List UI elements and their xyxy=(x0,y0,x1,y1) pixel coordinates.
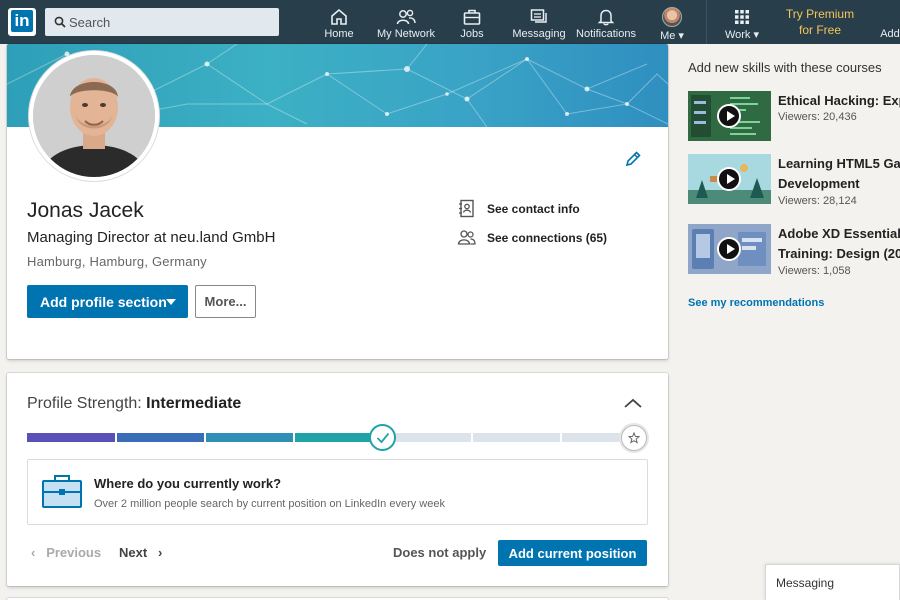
profile-location: Hamburg, Hamburg, Germany xyxy=(27,254,207,269)
course-viewers: Viewers: 20,436 xyxy=(778,111,857,123)
course-thumbnail xyxy=(688,154,771,204)
nav-messaging[interactable]: Messaging xyxy=(511,0,567,44)
current-position-prompt: Where do you currently work? Over 2 mill… xyxy=(27,459,648,525)
person-portrait xyxy=(33,55,155,177)
does-not-apply-button[interactable]: Does not apply xyxy=(393,545,486,560)
search-icon xyxy=(54,16,66,28)
nav-me[interactable]: Me ▾ xyxy=(656,0,688,44)
messaging-tab[interactable]: Messaging xyxy=(765,564,900,600)
next-label: Next xyxy=(119,545,148,560)
course-title: Adobe XD Essential Training: Design (201 xyxy=(778,226,900,261)
meter-segment-2 xyxy=(117,433,204,442)
previous-button[interactable]: ‹ Previous xyxy=(31,545,101,560)
meter-segment-5 xyxy=(384,433,471,442)
profile-name: Jonas Jacek xyxy=(27,199,144,222)
final-step-star xyxy=(621,425,647,451)
connections-icon xyxy=(457,230,476,245)
course-thumbnail xyxy=(688,91,771,141)
add-profile-section-label: Add profile section xyxy=(40,293,167,310)
profile-strength-title: Profile Strength: Intermediate xyxy=(27,395,241,413)
course-viewers: Viewers: 1,058 xyxy=(778,265,851,277)
chevron-right-icon: › xyxy=(158,545,163,560)
chevron-up-icon[interactable] xyxy=(624,397,642,409)
nav-home[interactable]: Home xyxy=(321,0,357,44)
nav-divider xyxy=(706,0,707,44)
course-item[interactable]: Learning HTML5 Gar Development Viewers: 2… xyxy=(688,154,900,209)
current-step-check xyxy=(369,424,396,451)
profile-strength-level: Intermediate xyxy=(146,395,242,412)
see-connections-link[interactable]: See connections (65) xyxy=(457,228,607,247)
previous-label: Previous xyxy=(46,545,102,560)
nav-notifications[interactable]: Notifications xyxy=(574,0,638,44)
course-title: Ethical Hacking: Exp xyxy=(778,93,900,108)
nav-jobs[interactable]: Jobs xyxy=(456,0,488,44)
home-icon xyxy=(331,8,347,25)
add-profile-section-button[interactable]: Add profile section xyxy=(27,285,188,318)
meter-segment-6 xyxy=(473,433,560,442)
briefcase-icon xyxy=(463,9,481,25)
more-button[interactable]: More... xyxy=(195,285,256,318)
nav-me-label: Me ▾ xyxy=(660,30,684,42)
linkedin-logo[interactable]: in xyxy=(8,8,36,36)
try-premium-link[interactable]: Try Premium for Free xyxy=(774,6,866,38)
search-box[interactable] xyxy=(45,8,279,36)
course-viewers: Viewers: 28,124 xyxy=(778,195,857,207)
profile-headline: Managing Director at neu.land GmbH xyxy=(27,229,276,246)
profile-strength-meter xyxy=(27,433,635,442)
see-recommendations-link[interactable]: See my recommendations xyxy=(688,297,824,309)
check-icon xyxy=(376,432,389,443)
nav-home-label: Home xyxy=(324,28,354,40)
see-connections-label: See connections (65) xyxy=(487,230,608,245)
course-title: Learning HTML5 Gar Development xyxy=(778,156,900,191)
nav-work[interactable]: Work ▾ xyxy=(722,0,762,44)
nav-messaging-label: Messaging xyxy=(512,28,566,40)
logo-text: in xyxy=(11,10,33,32)
nav-jobs-label: Jobs xyxy=(460,28,484,40)
profile-strength-label: Profile Strength: xyxy=(27,395,147,412)
chevron-left-icon: ‹ xyxy=(31,545,36,560)
meter-segment-3 xyxy=(206,433,293,442)
course-item[interactable]: Adobe XD Essential Training: Design (201 … xyxy=(688,224,900,279)
address-book-icon xyxy=(459,199,474,218)
top-nav: in Home My Network Jobs Messaging Notifi… xyxy=(0,0,900,44)
nav-my-network[interactable]: My Network xyxy=(376,0,436,44)
grid-icon xyxy=(735,10,749,24)
profile-photo[interactable] xyxy=(29,51,159,181)
meter-segment-1 xyxy=(27,433,115,442)
play-icon xyxy=(717,237,741,261)
nav-add-label: Add xyxy=(880,28,900,40)
premium-line-1: Try Premium xyxy=(785,7,855,21)
dropdown-caret-icon xyxy=(166,299,176,305)
next-button[interactable]: Next › xyxy=(119,545,162,560)
search-input[interactable] xyxy=(69,8,269,36)
nav-notifications-label: Notifications xyxy=(576,28,636,40)
see-contact-info-label: See contact info xyxy=(487,201,580,216)
avatar xyxy=(662,7,682,27)
profile-card: Jonas Jacek Managing Director at neu.lan… xyxy=(7,44,668,359)
course-item[interactable]: Ethical Hacking: Exp Viewers: 20,436 xyxy=(688,91,900,146)
nav-my-network-label: My Network xyxy=(376,28,436,40)
play-icon xyxy=(717,104,741,128)
bell-icon xyxy=(597,9,615,26)
play-icon xyxy=(717,167,741,191)
work-question: Where do you currently work? xyxy=(94,476,282,491)
add-current-position-button[interactable]: Add current position xyxy=(498,540,647,566)
courses-title: Add new skills with these courses xyxy=(688,60,882,75)
course-thumbnail xyxy=(688,224,771,274)
see-contact-info-link[interactable]: See contact info xyxy=(457,199,580,218)
premium-line-2: for Free xyxy=(798,23,841,37)
work-subtext: Over 2 million people search by current … xyxy=(94,498,445,510)
nav-work-label: Work ▾ xyxy=(724,29,760,41)
chat-icon xyxy=(530,9,547,23)
star-icon xyxy=(628,432,640,444)
profile-strength-card: Profile Strength: Intermediate Where do … xyxy=(7,373,668,586)
briefcase-icon xyxy=(42,475,82,508)
edit-pencil-icon[interactable] xyxy=(624,150,642,168)
nav-add[interactable]: Add xyxy=(880,0,900,44)
network-icon xyxy=(396,9,416,25)
